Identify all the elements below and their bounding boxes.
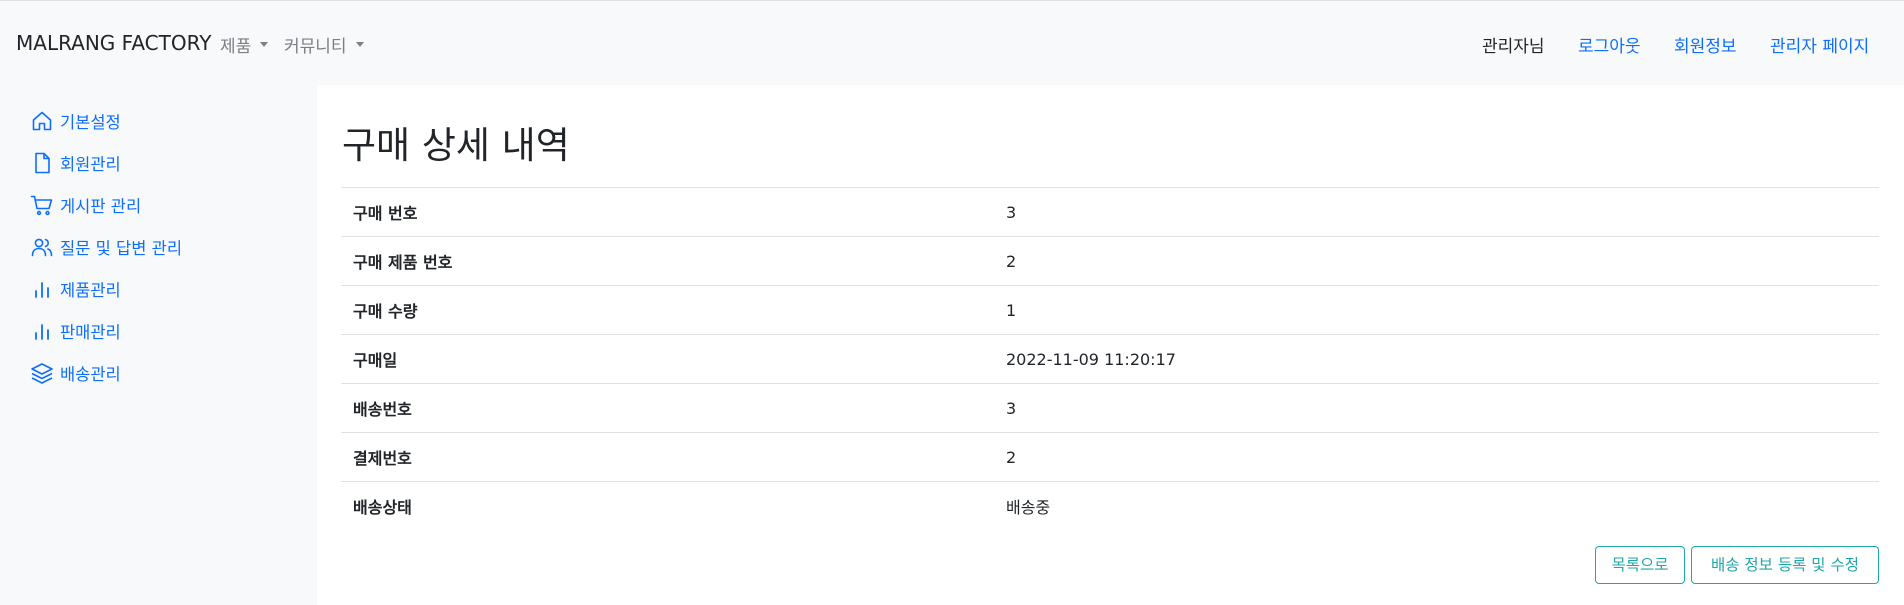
- shipping-info-edit-button[interactable]: 배송 정보 등록 및 수정: [1691, 546, 1879, 584]
- sidebar-item-label: 제품관리: [60, 281, 121, 300]
- table-row: 구매 번호 3: [341, 187, 1879, 237]
- table-row: 구매 제품 번호 2: [341, 236, 1879, 286]
- page-title: 구매 상세 내역: [342, 124, 570, 167]
- bar-chart-icon: [35, 282, 49, 298]
- nav-dropdown-products[interactable]: 제품: [220, 32, 269, 57]
- sidebar-item-label: 배송관리: [60, 365, 121, 384]
- member-info-link[interactable]: 회원정보: [1674, 32, 1737, 57]
- sidebar-item-basic-settings[interactable]: 기본설정: [30, 107, 121, 135]
- sidebar-item-sales-management[interactable]: 판매관리: [30, 317, 121, 345]
- sidebar-item-label: 판매관리: [60, 323, 121, 342]
- purchase-detail-table: 구매 번호 3 구매 제품 번호 2 구매 수량 1 구매일 2022-11-0…: [341, 187, 1879, 531]
- row-label: 배송번호: [353, 400, 412, 419]
- row-value: 배송중: [1006, 498, 1051, 518]
- row-value: 2022-11-09 11:20:17: [1006, 349, 1176, 369]
- caret-down-icon: [355, 42, 364, 47]
- layers-icon: [31, 363, 53, 384]
- table-row: 배송번호 3: [341, 383, 1879, 433]
- nav-dropdown-community[interactable]: 커뮤니티: [284, 32, 364, 57]
- sidebar-item-shipping-management[interactable]: 배송관리: [30, 359, 121, 387]
- row-label: 배송상태: [353, 498, 412, 518]
- row-label: 구매 제품 번호: [353, 253, 453, 272]
- row-value: 1: [1006, 300, 1017, 320]
- main-content: 구매 상세 내역 구매 번호 3 구매 제품 번호 2 구매 수량 1 구매일 …: [317, 85, 1904, 605]
- file-icon: [35, 152, 50, 174]
- cart-icon: [30, 195, 53, 216]
- nav-dropdown-label: 제품: [220, 37, 252, 57]
- row-label: 구매 번호: [353, 204, 418, 223]
- sidebar-item-board-management[interactable]: 게시판 관리: [30, 191, 141, 219]
- top-navbar: MALRANG FACTORY 제품 커뮤니티 관리자님 로그아웃 회원정보 관…: [0, 0, 1904, 85]
- sidebar-item-member-management[interactable]: 회원관리: [30, 149, 121, 177]
- row-label: 구매일: [353, 351, 398, 370]
- back-to-list-button[interactable]: 목록으로: [1595, 546, 1685, 584]
- admin-page-link[interactable]: 관리자 페이지: [1770, 32, 1869, 57]
- user-greeting: 관리자님: [1482, 37, 1545, 57]
- bar-chart-icon: [35, 324, 49, 340]
- row-value: 3: [1006, 202, 1017, 222]
- row-value: 3: [1006, 398, 1017, 418]
- sidebar-item-label: 질문 및 답변 관리: [60, 239, 182, 258]
- row-label: 결제번호: [353, 449, 412, 468]
- row-label: 구매 수량: [353, 302, 418, 321]
- table-row: 결제번호 2: [341, 432, 1879, 482]
- brand-logo[interactable]: MALRANG FACTORY: [16, 31, 211, 55]
- sidebar-item-label: 게시판 관리: [60, 197, 142, 216]
- table-row: 구매 수량 1: [341, 285, 1879, 335]
- home-icon: [32, 111, 52, 131]
- nav-dropdown-label: 커뮤니티: [284, 37, 347, 57]
- sidebar-item-label: 회원관리: [60, 155, 121, 174]
- sidebar-item-product-management[interactable]: 제품관리: [30, 275, 121, 303]
- row-value: 2: [1006, 251, 1017, 271]
- users-icon: [31, 238, 53, 257]
- sidebar: 기본설정 회원관리 게시판 관리 질문 및 답변 관리 제품관리 판매관리 배송…: [0, 85, 317, 605]
- logout-link[interactable]: 로그아웃: [1578, 32, 1641, 57]
- row-value: 2: [1006, 447, 1017, 467]
- sidebar-item-qna-management[interactable]: 질문 및 답변 관리: [30, 233, 182, 261]
- sidebar-item-label: 기본설정: [60, 113, 121, 132]
- table-row: 구매일 2022-11-09 11:20:17: [341, 334, 1879, 384]
- caret-down-icon: [260, 42, 269, 47]
- table-row: 배송상태 배송중: [341, 481, 1879, 531]
